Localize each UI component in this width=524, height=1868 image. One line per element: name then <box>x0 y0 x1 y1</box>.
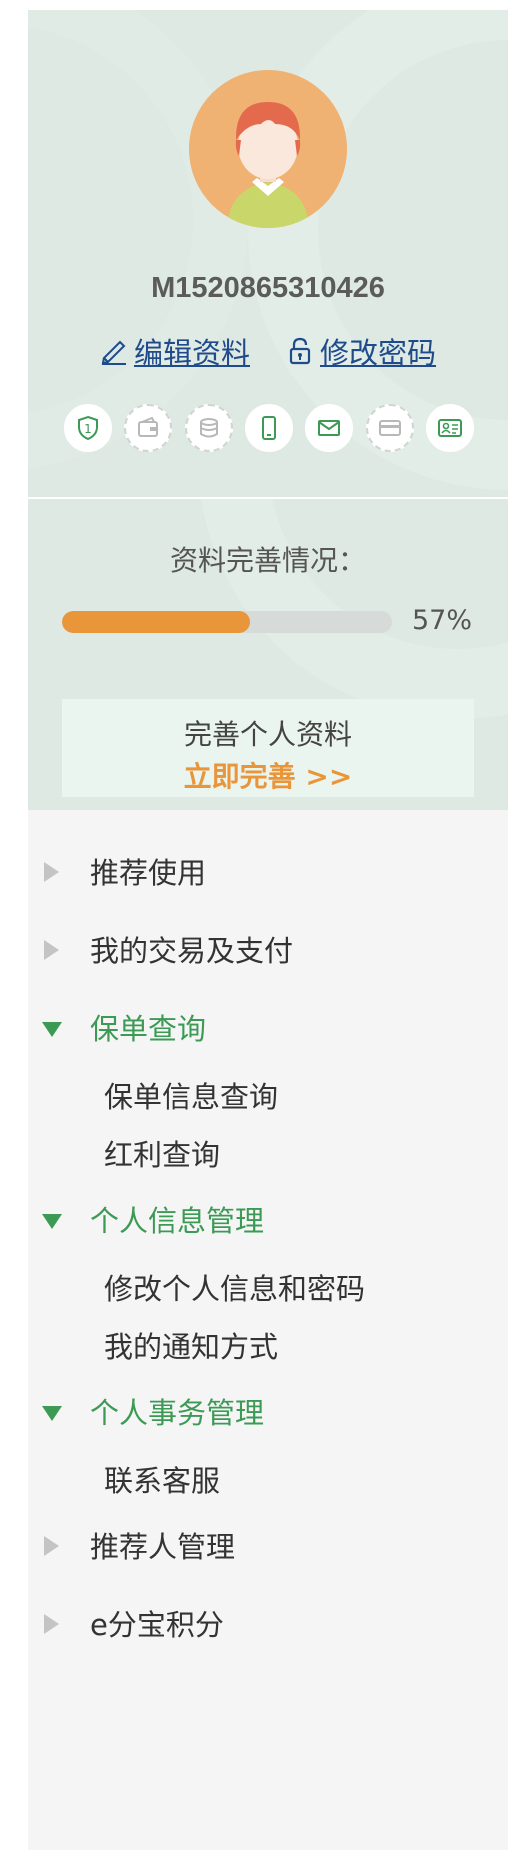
caret-down-icon <box>42 1022 62 1037</box>
phone-icon[interactable] <box>244 404 293 452</box>
menu-item-label: e分宝积分 <box>90 1608 224 1642</box>
decorative-arc <box>28 10 248 470</box>
caret-right-icon <box>44 1536 59 1556</box>
menu-item-transactions-payments[interactable]: 我的交易及支付 <box>28 920 508 980</box>
menu-item-label: 我的交易及支付 <box>90 934 294 968</box>
bank-card-icon[interactable] <box>365 404 414 452</box>
menu-item-recommend-use[interactable]: 推荐使用 <box>28 842 508 902</box>
completion-percent: 57% <box>412 605 473 636</box>
id-card-icon[interactable] <box>425 404 474 452</box>
mail-icon[interactable] <box>305 404 354 452</box>
edit-profile-link[interactable]: 编辑资料 <box>100 330 250 372</box>
caret-down-icon <box>42 1406 62 1421</box>
shield-1-icon[interactable]: 1 <box>64 404 112 452</box>
profile-completion-section: 资料完善情况： 57% 完善个人资料 立即完善 >> <box>28 499 508 810</box>
menu-item-label: 个人事务管理 <box>90 1396 265 1430</box>
change-password-label: 修改密码 <box>320 336 437 370</box>
complete-profile-box[interactable]: 完善个人资料 立即完善 >> <box>62 699 474 797</box>
edit-profile-label: 编辑资料 <box>133 336 250 370</box>
menu-item-policy-query[interactable]: 保单查询 <box>28 998 508 1058</box>
completion-progress-fill <box>62 611 251 633</box>
submenu-item-dividend-query[interactable]: 红利查询 <box>104 1132 220 1174</box>
caret-down-icon <box>42 1214 62 1229</box>
submenu-item-edit-info-password[interactable]: 修改个人信息和密码 <box>104 1266 365 1308</box>
submenu-item-contact-service[interactable]: 联系客服 <box>104 1458 220 1500</box>
id-card-glyph <box>437 419 462 437</box>
change-password-link[interactable]: 修改密码 <box>286 330 436 372</box>
caret-right-icon <box>44 862 59 882</box>
menu-item-label: 保单查询 <box>90 1012 207 1046</box>
avatar-illustration-icon <box>189 70 347 228</box>
menu-item-label: 推荐人管理 <box>90 1530 236 1564</box>
completion-title: 资料完善情况： <box>169 544 366 577</box>
complete-now-link[interactable]: 立即完善 >> <box>62 755 474 795</box>
menu-item-label: 推荐使用 <box>90 856 207 890</box>
avatar[interactable] <box>189 70 347 228</box>
shield-glyph: 1 <box>78 415 98 441</box>
caret-right-icon <box>44 940 59 960</box>
menu-item-personal-info-management[interactable]: 个人信息管理 <box>28 1190 508 1250</box>
edit-pen-icon <box>101 340 126 365</box>
menu-item-label: 个人信息管理 <box>90 1204 265 1238</box>
submenu-item-notification-method[interactable]: 我的通知方式 <box>104 1324 278 1366</box>
mail-glyph <box>318 420 341 436</box>
submenu-item-policy-info-query[interactable]: 保单信息查询 <box>104 1074 278 1116</box>
caret-right-icon <box>44 1614 59 1634</box>
coins-icon[interactable] <box>184 404 233 452</box>
complete-profile-text: 完善个人资料 <box>183 718 352 751</box>
wallet-glyph <box>138 416 159 437</box>
menu-item-personal-affairs-management[interactable]: 个人事务管理 <box>28 1382 508 1442</box>
account-sidebar: M1520865310426 编辑资料 修改密码 1 资料完善情况： 57% 完… <box>28 10 508 1850</box>
completion-progress-bar <box>62 611 392 633</box>
security-badges: 1 <box>64 404 474 452</box>
svg-text:1: 1 <box>84 422 92 436</box>
lock-icon <box>289 337 311 365</box>
profile-links: 编辑资料 修改密码 <box>28 330 508 372</box>
menu-item-referrer-management[interactable]: 推荐人管理 <box>28 1516 508 1576</box>
coins-glyph <box>199 418 218 438</box>
menu-item-e-points[interactable]: e分宝积分 <box>28 1594 508 1654</box>
wallet-icon[interactable] <box>124 404 173 452</box>
username: M1520865310426 <box>151 272 385 304</box>
bank-card-glyph <box>378 420 401 436</box>
profile-header: M1520865310426 编辑资料 修改密码 1 <box>28 10 508 497</box>
phone-glyph <box>261 416 276 440</box>
